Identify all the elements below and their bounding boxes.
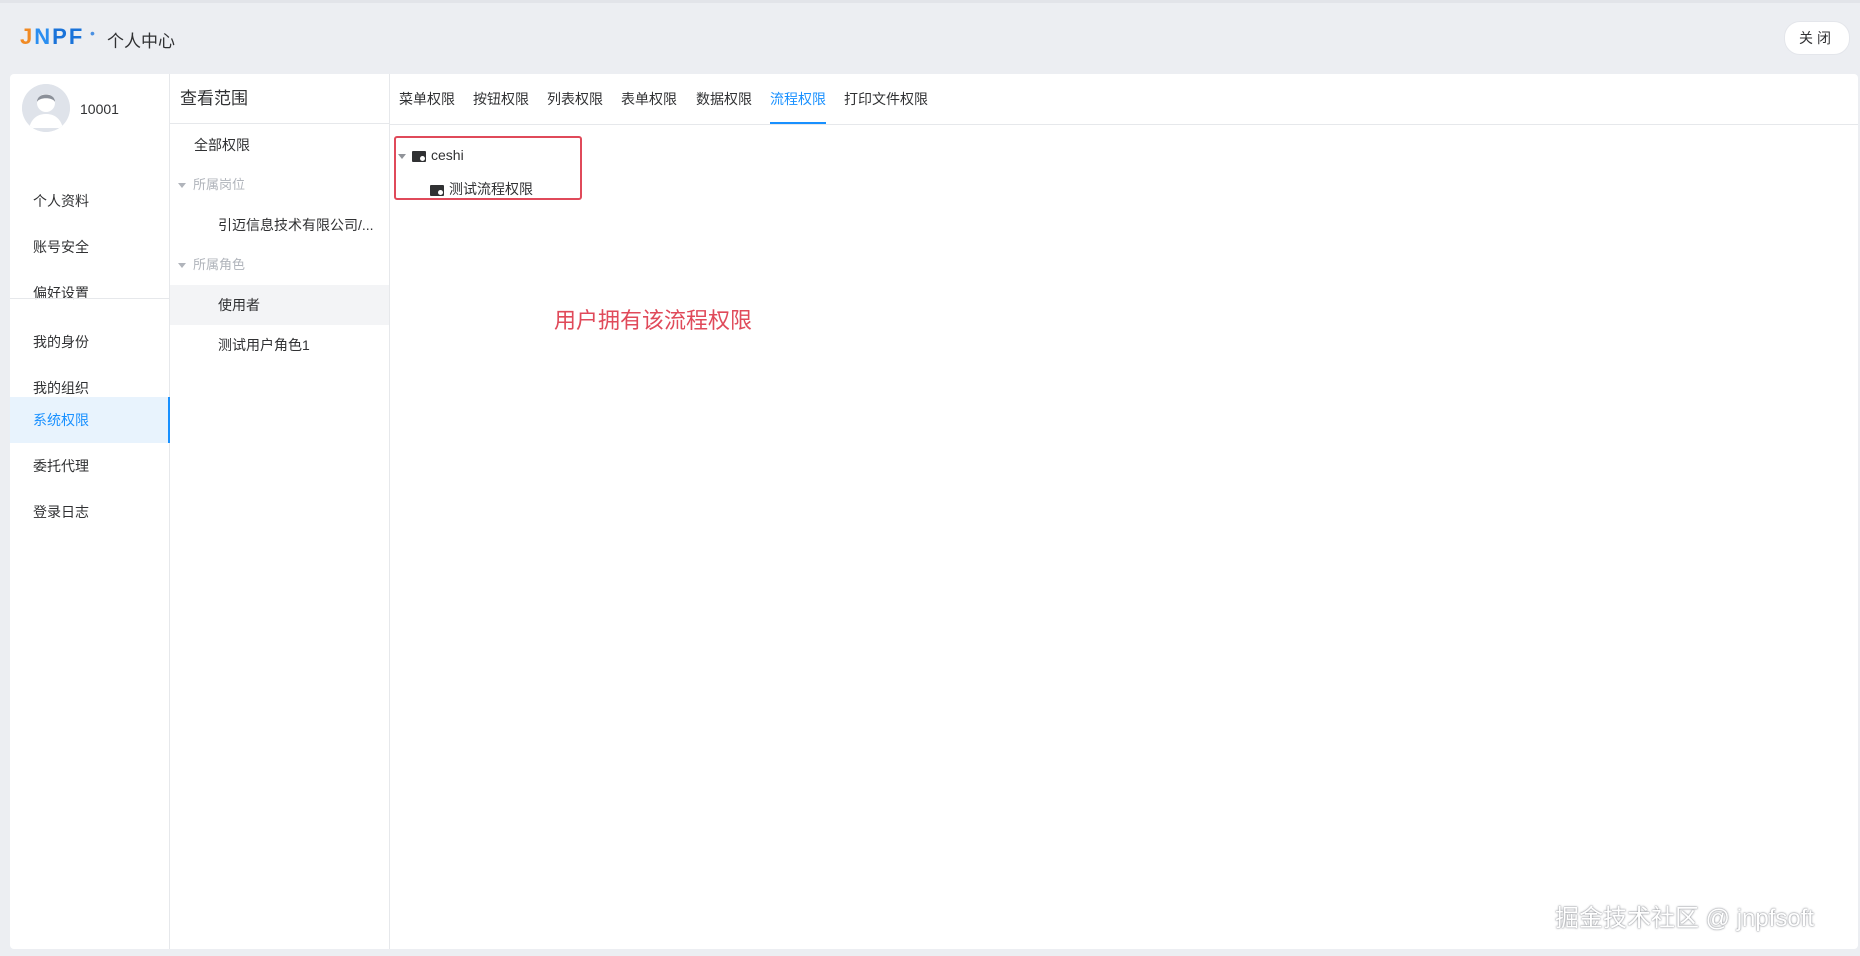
tab-button-permissions[interactable]: 按钮权限 <box>473 74 529 124</box>
menu-item-delegation[interactable]: 委托代理 <box>10 443 170 489</box>
tab-print-permissions[interactable]: 打印文件权限 <box>844 74 928 124</box>
watermark: 掘金技术社区 @ jnpfsoft <box>1555 905 1815 932</box>
tab-form-permissions[interactable]: 表单权限 <box>621 74 677 124</box>
scope-panel: 查看范围 全部权限 所属岗位 引迈信息技术有限公司/... 所属角色 使用者 测… <box>170 74 390 949</box>
scope-role-item[interactable]: 测试用户角色1 <box>170 325 389 365</box>
flow-node-icon <box>430 184 444 196</box>
tab-menu-permissions[interactable]: 菜单权限 <box>399 74 455 124</box>
menu-item-account-security[interactable]: 账号安全 <box>10 224 170 270</box>
caret-down-icon <box>178 263 186 269</box>
scope-group-role[interactable]: 所属角色 <box>170 245 389 285</box>
logo-letter-n: N <box>34 24 53 49</box>
tab-flow-permissions[interactable]: 流程权限 <box>770 74 826 124</box>
tree-node-child[interactable]: 测试流程权限 <box>430 179 533 199</box>
tree-node-root-label: ceshi <box>431 147 464 163</box>
menu-item-preferences[interactable]: 偏好设置 <box>10 270 170 316</box>
permissions-panel: 菜单权限 按钮权限 列表权限 表单权限 数据权限 流程权限 打印文件权限 ces… <box>390 74 1858 949</box>
top-bar: JNPF • 个人中心 关闭 <box>0 0 1860 70</box>
tab-list-permissions[interactable]: 列表权限 <box>547 74 603 124</box>
menu-item-system-permissions[interactable]: 系统权限 <box>10 397 170 443</box>
scope-role-item[interactable]: 使用者 <box>170 285 389 325</box>
tree-node-child-label: 测试流程权限 <box>449 181 533 197</box>
logo-letter-j: J <box>20 24 35 49</box>
avatar <box>22 84 70 132</box>
menu-divider <box>10 298 170 299</box>
avatar-person-icon <box>22 84 70 132</box>
tree-caret-down-icon[interactable] <box>398 153 406 159</box>
page-title: 个人中心 <box>107 32 175 51</box>
menu-item-profile[interactable]: 个人资料 <box>10 178 170 224</box>
menu-item-my-identity[interactable]: 我的身份 <box>10 319 170 365</box>
scope-title: 查看范围 <box>170 74 389 124</box>
menu-item-login-log[interactable]: 登录日志 <box>10 489 170 535</box>
tree-node-root[interactable]: ceshi <box>398 147 464 163</box>
scope-all-permissions[interactable]: 全部权限 <box>170 125 389 165</box>
scope-group-position-label: 所属岗位 <box>193 177 246 192</box>
caret-down-icon <box>178 183 186 189</box>
user-id: 10001 <box>80 101 119 117</box>
jnpf-logo: JNPF <box>20 24 84 50</box>
permission-tabs: 菜单权限 按钮权限 列表权限 表单权限 数据权限 流程权限 打印文件权限 <box>390 74 1858 125</box>
tab-data-permissions[interactable]: 数据权限 <box>696 74 752 124</box>
scope-group-position[interactable]: 所属岗位 <box>170 165 389 205</box>
flow-node-icon <box>412 150 426 162</box>
left-sidebar: 10001 个人资料 账号安全 偏好设置 我的身份 我的组织 系统权限 委托代理… <box>10 74 170 949</box>
annotation-text: 用户拥有该流程权限 <box>554 308 753 333</box>
close-button[interactable]: 关闭 <box>1784 21 1850 55</box>
scope-position-item[interactable]: 引迈信息技术有限公司/... <box>170 205 389 245</box>
title-dot-icon: • <box>90 25 95 41</box>
main-card: 10001 个人资料 账号安全 偏好设置 我的身份 我的组织 系统权限 委托代理… <box>10 74 1858 949</box>
scope-group-role-label: 所属角色 <box>193 257 246 272</box>
logo-letters-pf: PF <box>52 24 85 49</box>
